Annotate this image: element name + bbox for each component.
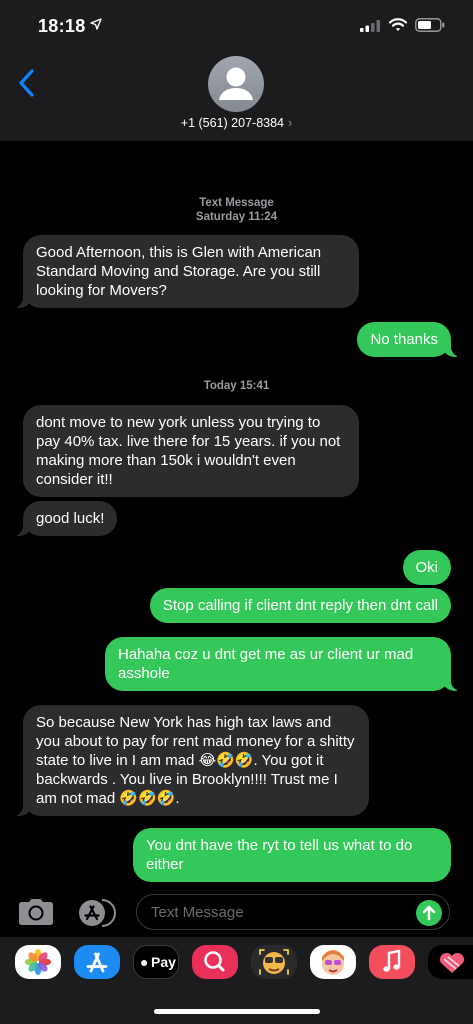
- battery-icon: [415, 18, 445, 32]
- message-bubble-incoming[interactable]: good luck!: [10, 501, 118, 536]
- timestamp-label: Text Message: [199, 197, 274, 209]
- message-input[interactable]: [136, 894, 450, 930]
- app-store-icon[interactable]: [77, 898, 117, 928]
- status-bar: 18:18: [0, 0, 473, 52]
- timestamp: Saturday 11:24: [195, 211, 278, 223]
- message-bubble-outgoing[interactable]: Oki: [402, 550, 451, 585]
- send-arrow-icon[interactable]: [416, 900, 442, 926]
- message-text: dont move to new york unless you trying …: [36, 414, 341, 488]
- music-app-icon[interactable]: [369, 945, 415, 979]
- message-bubble-outgoing[interactable]: Hahaha coz u dnt get me as ur client ur …: [105, 637, 463, 691]
- avatar[interactable]: [208, 56, 264, 112]
- message-text: Hahaha coz u dnt get me as ur client ur …: [118, 646, 414, 682]
- photos-app-icon[interactable]: [15, 945, 61, 979]
- images-search-app-icon[interactable]: [192, 945, 238, 979]
- contact-name[interactable]: +1 (561) 207-8384 ›: [0, 116, 473, 130]
- message-text: Stop calling if client dnt reply then dn…: [162, 597, 438, 614]
- location-arrow-icon: [90, 18, 102, 30]
- message-bubble-incoming[interactable]: dont move to new york unless you trying …: [23, 405, 359, 497]
- message-bubble-outgoing[interactable]: Stop calling if client dnt reply then dn…: [149, 588, 451, 623]
- message-text: You dnt have the ryt to tell us what to …: [146, 837, 413, 873]
- message-bubble-incoming[interactable]: So because New York has high tax laws an…: [11, 705, 369, 816]
- message-text: No thanks: [370, 331, 438, 348]
- message-thread[interactable]: Text Message Saturday 11:24 Good Afterno…: [0, 141, 473, 889]
- app-store-app-icon[interactable]: [74, 945, 120, 979]
- camera-icon[interactable]: [18, 898, 54, 926]
- status-time: 18:18: [38, 16, 86, 36]
- message-text: Good Afternoon, this is Glen with Americ…: [36, 244, 322, 299]
- message-composer: [0, 889, 473, 937]
- contact-phone: +1 (561) 207-8384: [180, 116, 285, 130]
- digital-touch-app-icon[interactable]: [428, 945, 473, 979]
- chevron-left-icon[interactable]: [16, 68, 38, 98]
- person-silhouette-icon: [219, 67, 253, 100]
- apple-pay-app-icon[interactable]: ● Pay: [133, 945, 179, 979]
- wifi-icon: [389, 18, 407, 31]
- message-bubble-outgoing[interactable]: You dnt have the ryt to tell us what to …: [133, 828, 451, 882]
- message-text: good luck!: [36, 510, 105, 527]
- animoji-app-icon[interactable]: [251, 945, 297, 979]
- signal-bars-icon: [360, 20, 380, 32]
- memoji-app-icon[interactable]: [310, 945, 356, 979]
- message-bubble-outgoing[interactable]: No thanks: [357, 322, 463, 357]
- message-bubble-incoming[interactable]: Good Afternoon, this is Glen with Americ…: [11, 235, 359, 308]
- message-text: So because New York has high tax laws an…: [36, 714, 355, 807]
- apple-pay-label: Pay: [151, 954, 176, 970]
- message-text: Oki: [415, 559, 439, 576]
- chevron-right-icon: ›: [288, 116, 293, 130]
- conversation-header: +1 (561) 207-8384 ›: [0, 52, 473, 141]
- home-indicator[interactable]: [154, 1009, 320, 1014]
- apple-logo-icon: ●: [140, 954, 149, 970]
- timestamp: Today 15:41: [203, 380, 270, 392]
